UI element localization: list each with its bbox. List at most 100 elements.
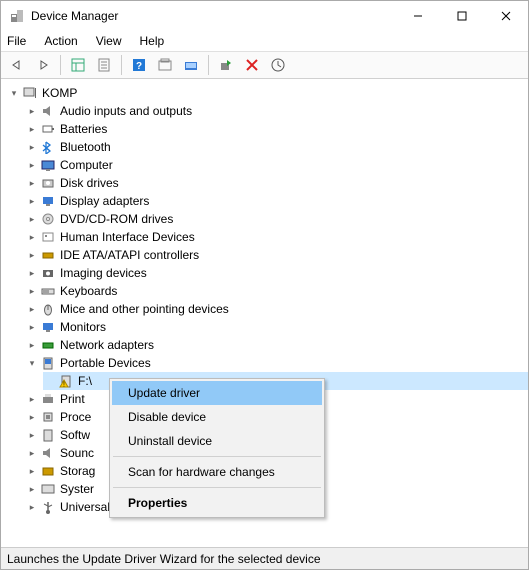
- expand-icon[interactable]: ▸: [25, 284, 39, 298]
- expand-icon[interactable]: ▸: [25, 194, 39, 208]
- separator: [121, 55, 122, 75]
- expand-icon[interactable]: ▸: [25, 410, 39, 424]
- pc-icon: [40, 157, 56, 173]
- bluetooth-icon: [40, 139, 56, 155]
- category-bluetooth[interactable]: ▸Bluetooth: [25, 138, 528, 156]
- app-icon: [9, 8, 25, 24]
- menu-update-driver[interactable]: Update driver: [112, 381, 322, 405]
- expand-icon[interactable]: ▸: [25, 212, 39, 226]
- tree-root[interactable]: ▾ KOMP: [7, 84, 528, 102]
- hid-icon: [40, 229, 56, 245]
- menu-view[interactable]: View: [94, 33, 124, 49]
- collapse-icon[interactable]: ▾: [7, 86, 21, 100]
- network-icon: [40, 337, 56, 353]
- expand-icon[interactable]: ▸: [25, 230, 39, 244]
- help-button[interactable]: ?: [127, 54, 151, 76]
- back-button[interactable]: [5, 54, 29, 76]
- category-dvd[interactable]: ▸DVD/CD-ROM drives: [25, 210, 528, 228]
- expand-icon[interactable]: ▸: [25, 464, 39, 478]
- menu-action[interactable]: Action: [42, 33, 79, 49]
- root-label: KOMP: [42, 86, 77, 100]
- speaker-icon: [40, 103, 56, 119]
- action-button[interactable]: [153, 54, 177, 76]
- expand-icon[interactable]: ▸: [25, 500, 39, 514]
- menu-disable-device[interactable]: Disable device: [112, 405, 322, 429]
- device-warning-icon: !: [58, 373, 74, 389]
- menu-file[interactable]: File: [5, 33, 28, 49]
- usb-icon: [40, 499, 56, 515]
- expand-icon[interactable]: ▸: [25, 122, 39, 136]
- category-display[interactable]: ▸Display adapters: [25, 192, 528, 210]
- category-imaging[interactable]: ▸Imaging devices: [25, 264, 528, 282]
- menubar: File Action View Help: [1, 31, 528, 51]
- menu-separator: [113, 487, 321, 488]
- ide-icon: [40, 247, 56, 263]
- disk-icon: [40, 175, 56, 191]
- system-icon: [40, 481, 56, 497]
- maximize-button[interactable]: [440, 1, 484, 31]
- separator: [60, 55, 61, 75]
- svg-text:!: !: [63, 382, 65, 389]
- portable-icon: [40, 355, 56, 371]
- category-computer[interactable]: ▸Computer: [25, 156, 528, 174]
- category-keyboards[interactable]: ▸Keyboards: [25, 282, 528, 300]
- category-monitors[interactable]: ▸Monitors: [25, 318, 528, 336]
- window-title: Device Manager: [31, 9, 396, 23]
- storage-icon: [40, 463, 56, 479]
- menu-uninstall-device[interactable]: Uninstall device: [112, 429, 322, 453]
- expand-icon[interactable]: ▸: [25, 176, 39, 190]
- expand-icon[interactable]: ▸: [25, 266, 39, 280]
- category-mice[interactable]: ▸Mice and other pointing devices: [25, 300, 528, 318]
- collapse-icon[interactable]: ▾: [25, 356, 39, 370]
- software-icon: [40, 427, 56, 443]
- menu-scan-hardware[interactable]: Scan for hardware changes: [112, 460, 322, 484]
- menu-properties[interactable]: Properties: [112, 491, 322, 515]
- statusbar: Launches the Update Driver Wizard for th…: [1, 547, 528, 569]
- expand-icon[interactable]: ▸: [25, 158, 39, 172]
- svg-text:?: ?: [136, 61, 142, 72]
- properties-button[interactable]: [92, 54, 116, 76]
- toolbar: ?: [1, 51, 528, 79]
- close-button[interactable]: [484, 1, 528, 31]
- show-hide-tree-button[interactable]: [66, 54, 90, 76]
- separator: [208, 55, 209, 75]
- monitor-icon: [40, 319, 56, 335]
- dvd-icon: [40, 211, 56, 227]
- sound-icon: [40, 445, 56, 461]
- category-ide[interactable]: ▸IDE ATA/ATAPI controllers: [25, 246, 528, 264]
- category-disk[interactable]: ▸Disk drives: [25, 174, 528, 192]
- menu-help[interactable]: Help: [138, 33, 167, 49]
- printer-icon: [40, 391, 56, 407]
- expand-icon[interactable]: ▸: [25, 482, 39, 496]
- category-batteries[interactable]: ▸Batteries: [25, 120, 528, 138]
- expand-icon[interactable]: ▸: [25, 338, 39, 352]
- category-audio[interactable]: ▸Audio inputs and outputs: [25, 102, 528, 120]
- category-hid[interactable]: ▸Human Interface Devices: [25, 228, 528, 246]
- disable-button[interactable]: [240, 54, 264, 76]
- expand-icon[interactable]: ▸: [25, 428, 39, 442]
- category-network[interactable]: ▸Network adapters: [25, 336, 528, 354]
- camera-icon: [40, 265, 56, 281]
- minimize-button[interactable]: [396, 1, 440, 31]
- enable-button[interactable]: [214, 54, 238, 76]
- titlebar: Device Manager: [1, 1, 528, 31]
- expand-icon[interactable]: ▸: [25, 446, 39, 460]
- scan-button[interactable]: [179, 54, 203, 76]
- status-text: Launches the Update Driver Wizard for th…: [7, 552, 321, 566]
- context-menu: Update driver Disable device Uninstall d…: [109, 378, 325, 518]
- cpu-icon: [40, 409, 56, 425]
- menu-separator: [113, 456, 321, 457]
- expand-icon[interactable]: ▸: [25, 104, 39, 118]
- keyboard-icon: [40, 283, 56, 299]
- category-portable[interactable]: ▾Portable Devices: [25, 354, 528, 372]
- expand-icon[interactable]: ▸: [25, 302, 39, 316]
- expand-icon[interactable]: ▸: [25, 140, 39, 154]
- update-driver-button[interactable]: [266, 54, 290, 76]
- expand-icon[interactable]: ▸: [25, 320, 39, 334]
- device-tree-pane[interactable]: ▾ KOMP ▸Audio inputs and outputs ▸Batter…: [1, 79, 528, 547]
- forward-button[interactable]: [31, 54, 55, 76]
- battery-icon: [40, 121, 56, 137]
- expand-icon[interactable]: ▸: [25, 392, 39, 406]
- mouse-icon: [40, 301, 56, 317]
- expand-icon[interactable]: ▸: [25, 248, 39, 262]
